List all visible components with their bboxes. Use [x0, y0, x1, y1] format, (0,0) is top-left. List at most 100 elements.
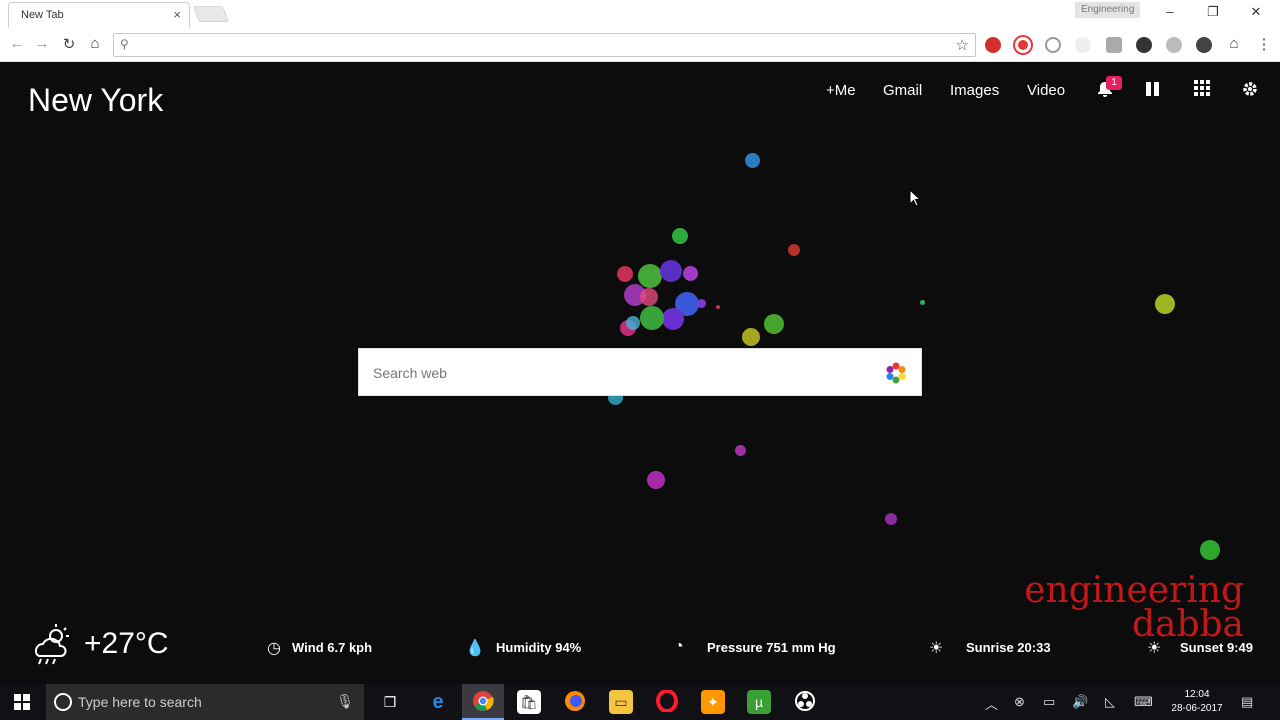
microphone-icon[interactable]: 🎙 [336, 693, 354, 710]
chrome-icon[interactable] [471, 690, 495, 714]
extension-badge-icon[interactable] [1106, 37, 1122, 53]
particle-dot [617, 266, 633, 282]
opera-icon[interactable] [1015, 37, 1031, 53]
tray-chevron-icon[interactable]: ︿ [985, 694, 998, 713]
particle-dot [662, 308, 684, 330]
tab-close-icon[interactable]: × [173, 7, 181, 22]
tray-network-icon[interactable]: ◺ [1105, 694, 1115, 710]
search-icon: ⚲ [120, 37, 129, 51]
profile-button[interactable]: Engineering [1075, 2, 1141, 18]
firefox-icon[interactable] [563, 690, 587, 714]
particle-dot [1200, 540, 1220, 560]
tray-keyboard-icon[interactable]: ⌨ [1134, 694, 1153, 710]
sunrise-icon: ☀ [929, 640, 944, 657]
extension-gray-icon[interactable] [1166, 37, 1182, 53]
address-input[interactable] [136, 37, 936, 53]
particle-dot [735, 445, 746, 456]
reload-icon[interactable]: ↻ [59, 35, 79, 53]
particle-dot [920, 300, 925, 305]
tab-title: New Tab [21, 9, 64, 21]
pause-icon[interactable] [1145, 80, 1161, 103]
edge-icon[interactable]: e [426, 690, 450, 714]
cloud-icon[interactable] [1075, 37, 1091, 53]
wind-icon: ◷ [267, 640, 281, 657]
weather-rain-sun-icon [28, 622, 74, 668]
humidity-stat: Humidity 94% [496, 640, 582, 655]
temperature: +27°C [84, 627, 169, 660]
particle-dot [683, 266, 698, 281]
particle-dot [788, 244, 800, 256]
particle-dot [640, 306, 664, 330]
particle-dot [640, 288, 658, 306]
opera-taskbar-icon[interactable] [655, 689, 679, 714]
particle-dot [742, 328, 760, 346]
menu-icon[interactable]: ⋮ [1254, 35, 1274, 53]
new-tab-page: New York +Me Gmail Images Video 1 Search… [0, 62, 1280, 684]
tray-battery-icon[interactable]: ▭ [1043, 694, 1055, 710]
pressure-icon: ◔ [674, 638, 684, 655]
taskbar-search-placeholder: Type here to search [78, 694, 202, 710]
particle-dot [764, 314, 784, 334]
particle-dot [697, 299, 706, 308]
browser-tab[interactable]: New Tab × [8, 2, 190, 28]
particle-dot [716, 305, 720, 309]
watermark-line-2: dabba [1131, 604, 1244, 645]
back-icon[interactable]: ← [7, 35, 27, 52]
tray-security-icon[interactable]: ⊗ [1014, 694, 1025, 710]
sunrise-stat: Sunrise 20:33 [966, 640, 1051, 655]
forward-icon[interactable]: → [32, 35, 52, 52]
home-toolbar-icon[interactable]: ⌂ [1224, 35, 1244, 52]
particle-dot [745, 153, 760, 168]
minimize-icon[interactable]: – [1160, 4, 1180, 19]
uc-browser-icon[interactable]: ✦ [701, 690, 725, 714]
city-name: New York [28, 82, 164, 118]
restore-icon[interactable]: ❐ [1203, 4, 1223, 20]
web-search-box[interactable] [358, 348, 922, 396]
windows-taskbar: Type here to search 🎙 ❒ e 🛍 ▭ ✦ µ ︿ ⊗ ▭ … [0, 684, 1280, 720]
humidity-icon: 💧 [465, 640, 485, 657]
address-bar[interactable]: ⚲ ☆ [113, 33, 976, 57]
browser-titlebar: New Tab × Engineering – ❐ ✕ [0, 0, 1280, 28]
file-explorer-icon[interactable]: ▭ [609, 690, 633, 714]
sync-icon[interactable] [1045, 37, 1061, 53]
particle-dot [660, 260, 682, 282]
search-logo-icon [886, 362, 906, 384]
wind-stat: Wind 6.7 kph [292, 640, 373, 655]
obs-icon[interactable] [793, 690, 817, 714]
tray-volume-icon[interactable]: 🔊 [1072, 694, 1088, 710]
particle-dot [638, 264, 662, 288]
utorrent-icon[interactable]: µ [747, 690, 771, 714]
pressure-stat: Pressure 751 mm Hg [707, 640, 836, 655]
clock-time: 12:04 [1184, 689, 1210, 700]
web-search-input[interactable] [373, 363, 853, 383]
store-icon[interactable]: 🛍 [517, 690, 541, 714]
windows-start-icon[interactable] [14, 694, 30, 710]
particle-dot [626, 316, 640, 330]
browser-toolbar: ← → ↻ ⌂ ⚲ ☆ ⌂ ⋮ [0, 28, 1280, 62]
gmail-link[interactable]: Gmail [883, 82, 922, 99]
cortana-icon [54, 693, 72, 711]
taskbar-clock[interactable]: 12:04 28-06-2017 [1168, 688, 1226, 716]
images-link[interactable]: Images [950, 82, 999, 99]
action-center-icon[interactable]: ▤ [1241, 694, 1253, 710]
watermark: engineering dabba [1024, 570, 1244, 645]
particle-dot [647, 471, 665, 489]
me-link[interactable]: +Me [826, 82, 856, 99]
bookmark-star-icon[interactable]: ☆ [956, 36, 969, 54]
apps-grid-icon[interactable] [1194, 80, 1210, 101]
taskbar-search[interactable]: Type here to search 🎙 [46, 684, 364, 720]
shield-icon[interactable] [1196, 37, 1212, 53]
speed-icon[interactable] [1136, 37, 1152, 53]
mouse-cursor-icon [909, 189, 921, 207]
clock-date: 28-06-2017 [1171, 703, 1223, 714]
gear-icon[interactable] [1241, 80, 1259, 103]
extension-red-icon[interactable] [985, 37, 1001, 53]
particle-dot [885, 513, 897, 525]
task-view-icon[interactable]: ❒ [378, 690, 402, 714]
close-window-icon[interactable]: ✕ [1246, 4, 1266, 20]
particle-dot [1155, 294, 1175, 314]
home-icon[interactable]: ⌂ [85, 35, 105, 52]
new-tab-button[interactable] [193, 6, 229, 22]
video-link[interactable]: Video [1027, 82, 1065, 99]
watermark-line-1: engineering [1024, 570, 1244, 611]
